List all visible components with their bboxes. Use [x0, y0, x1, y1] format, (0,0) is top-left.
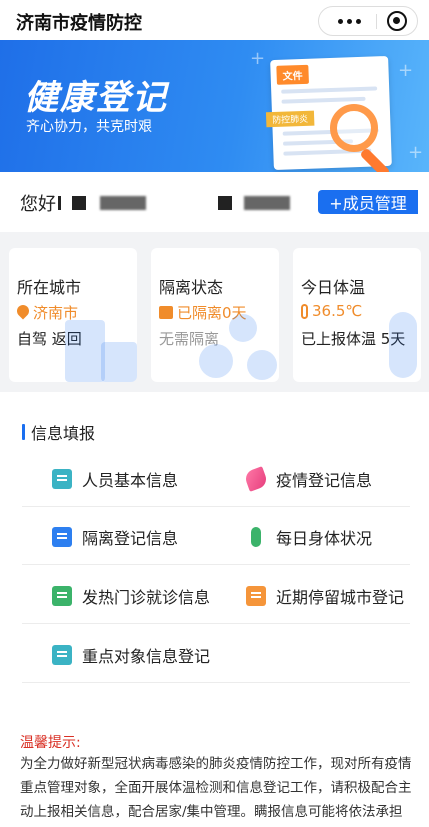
menu-item-basic-info[interactable]: 人员基本信息	[52, 467, 178, 491]
redacted-name	[218, 196, 232, 210]
building-decoration-icon	[65, 320, 105, 382]
redacted-name	[100, 196, 146, 210]
plus-decoration-icon: +	[250, 48, 266, 69]
plus-decoration-icon: +	[398, 60, 414, 81]
menu-item-key-person[interactable]: 重点对象信息登记	[52, 643, 210, 667]
notice-body: 为全力做好新型冠状病毒感染的肺炎疫情防控工作，现对所有疫情重点管理对象，全面开展…	[20, 756, 412, 820]
molecule-decoration-icon	[199, 344, 233, 378]
redacted-name	[58, 196, 61, 210]
people-icon	[52, 645, 72, 665]
section-title: 信息填报	[31, 424, 96, 443]
id-card-icon	[52, 469, 72, 489]
document-tag-2: 防控肺炎	[265, 110, 315, 128]
more-icon[interactable]	[329, 7, 369, 35]
menu-item-isolation-info[interactable]: 隔离登记信息	[52, 525, 178, 549]
notice-title: 温馨提示:	[20, 735, 81, 751]
thermometer-icon	[251, 527, 261, 547]
card-value: 36.5℃	[301, 302, 362, 320]
calendar-icon	[159, 306, 173, 319]
isolation-card[interactable]: 隔离状态 已隔离0天 无需隔离	[151, 248, 279, 382]
divider	[22, 682, 410, 683]
menu-item-daily-health[interactable]: 每日身体状况	[246, 525, 372, 549]
mini-program-capsule	[318, 6, 418, 36]
capsule-divider	[376, 14, 377, 29]
thermometer-icon	[301, 303, 308, 319]
hospital-icon	[52, 586, 72, 606]
divider	[22, 623, 410, 624]
status-cards: 所在城市 济南市 自驾 返回 隔离状态 已隔离0天 无需隔离 今日体温 36.5…	[0, 232, 429, 392]
greeting-text: 您好	[20, 194, 56, 215]
card-title: 隔离状态	[159, 278, 224, 297]
document-illustration: 文件 防控肺炎	[265, 55, 392, 171]
notice-section: 温馨提示: 为全力做好新型冠状病毒感染的肺炎疫情防控工作，现对所有疫情重点管理对…	[0, 712, 429, 827]
page-title: 济南市疫情防控	[16, 13, 142, 34]
leaf-icon	[243, 466, 269, 492]
close-icon[interactable]	[387, 11, 407, 31]
molecule-decoration-icon	[247, 350, 277, 380]
edit-form-icon	[52, 527, 72, 547]
top-bar: 济南市疫情防控	[0, 0, 429, 40]
building-decoration-icon	[101, 342, 137, 382]
menu-item-recent-city[interactable]: 近期停留城市登记	[246, 584, 404, 608]
plus-decoration-icon: +	[408, 142, 424, 163]
menu-item-fever-clinic[interactable]: 发热门诊就诊信息	[52, 584, 210, 608]
card-title: 所在城市	[17, 278, 82, 297]
divider	[22, 506, 410, 507]
redacted-name	[72, 196, 86, 210]
temperature-card[interactable]: 今日体温 36.5℃ 已上报体温 5天	[293, 248, 421, 382]
magnifier-icon	[330, 104, 378, 152]
divider	[22, 564, 410, 565]
molecule-decoration-icon	[229, 314, 257, 342]
building-icon	[246, 586, 266, 606]
location-pin-icon	[17, 305, 29, 320]
thermometer-decoration-icon	[389, 312, 417, 378]
city-card[interactable]: 所在城市 济南市 自驾 返回	[9, 248, 137, 382]
banner: + + + 健康登记 齐心协力，共克时艰 文件 防控肺炎	[0, 40, 429, 172]
banner-title: 健康登记	[24, 78, 168, 118]
member-management-button[interactable]: +成员管理	[318, 190, 418, 214]
info-section: 信息填报 人员基本信息 疫情登记信息 隔离登记信息 每日身体状况 发热门诊就诊信…	[0, 392, 429, 712]
card-title: 今日体温	[301, 278, 366, 297]
redacted-name	[244, 196, 290, 210]
menu-item-epidemic-info[interactable]: 疫情登记信息	[243, 466, 372, 492]
section-accent-bar	[22, 424, 25, 440]
banner-subtitle: 齐心协力，共克时艰	[26, 119, 152, 135]
section-header: 信息填报	[22, 420, 95, 444]
document-tag: 文件	[276, 64, 309, 85]
